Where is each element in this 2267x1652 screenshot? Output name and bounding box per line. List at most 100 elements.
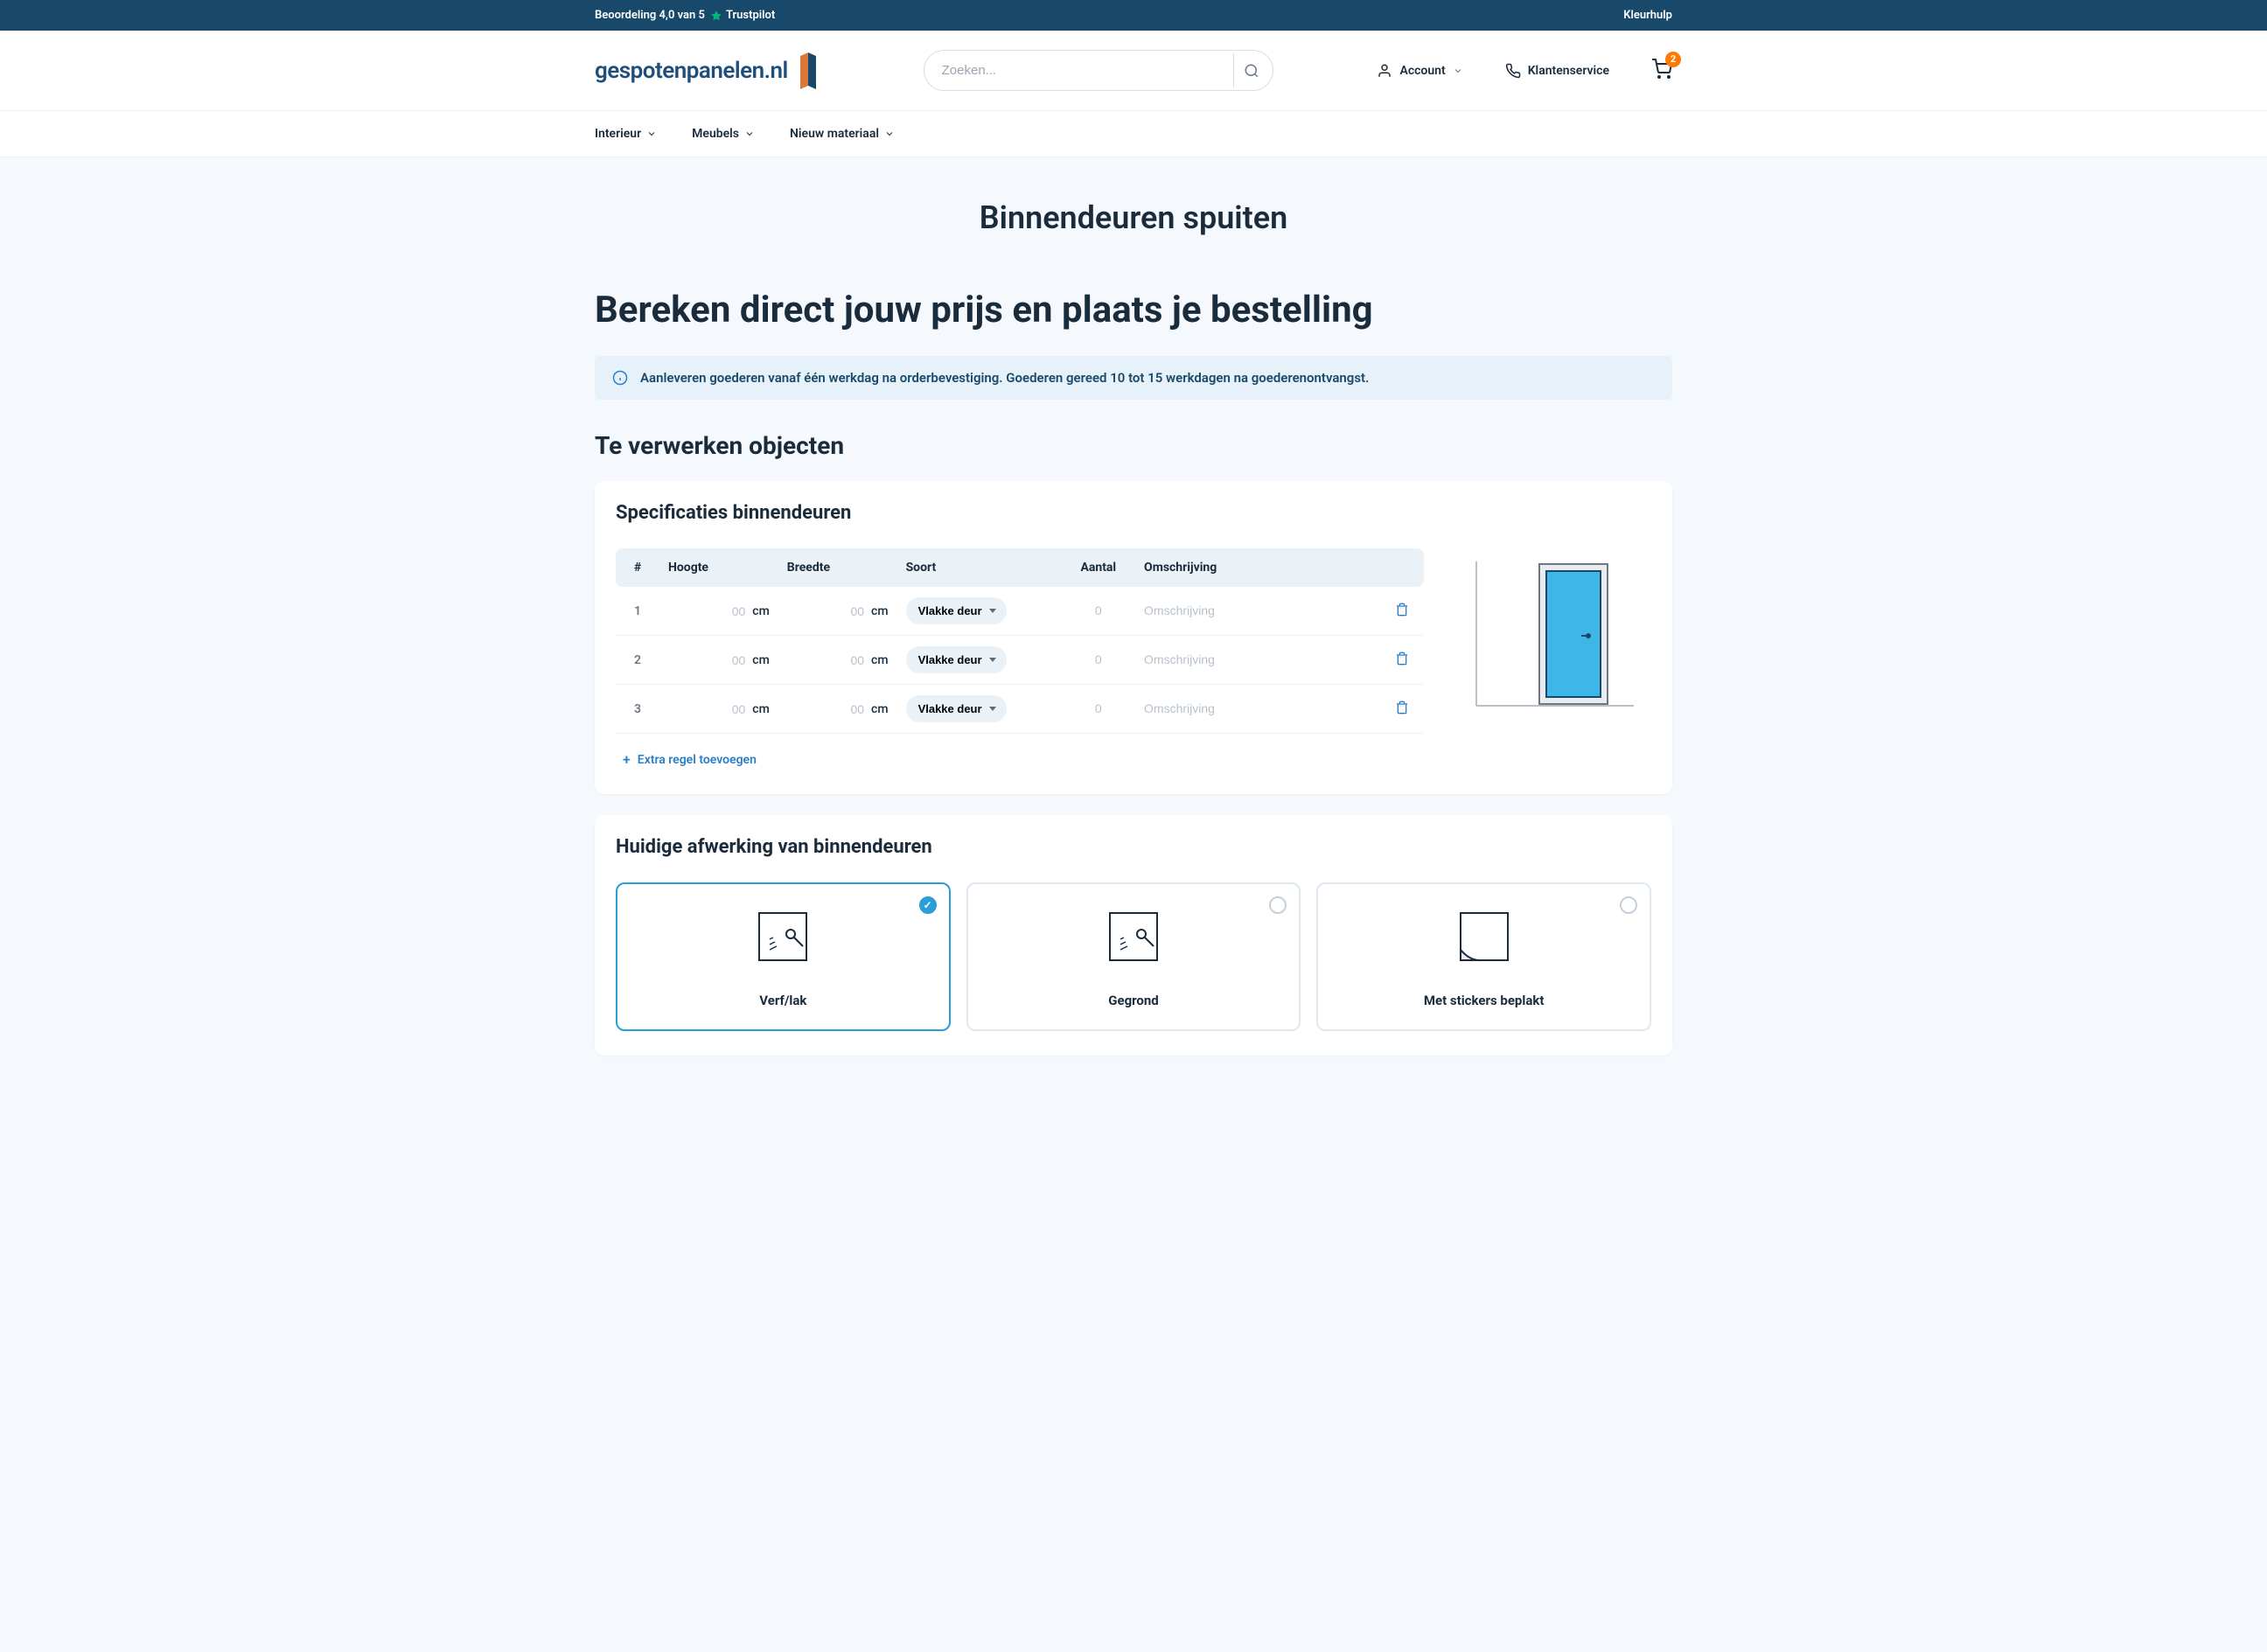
service-label: Klantenservice (1528, 64, 1609, 78)
logo-icon (797, 52, 820, 89)
add-row-button[interactable]: + Extra regel toevoegen (616, 746, 764, 773)
unit-label: cm (871, 653, 889, 667)
width-input[interactable] (820, 653, 864, 667)
type-select[interactable]: Vlakke deur (906, 597, 1007, 624)
table-row: 2 cm cm Vlakke deur (616, 636, 1424, 685)
delete-row-button[interactable] (1392, 648, 1413, 672)
nav-item-interieur[interactable]: Interieur (595, 111, 657, 157)
chevron-down-icon (744, 129, 755, 139)
finish-option-1[interactable]: Gegrond (966, 882, 1301, 1031)
account-link[interactable]: Account (1377, 63, 1462, 79)
trash-icon (1395, 701, 1409, 714)
phone-icon (1505, 63, 1521, 79)
type-select[interactable]: Vlakke deur (906, 695, 1007, 722)
radio-indicator (919, 896, 937, 914)
qty-input[interactable] (1081, 603, 1116, 617)
search-wrap (924, 50, 1273, 91)
option-icon (1099, 902, 1168, 972)
header: gespotenpanelen.nl Account Klant (0, 31, 2267, 110)
user-icon (1377, 63, 1392, 79)
nav-item-meubels[interactable]: Meubels (692, 111, 755, 157)
delete-row-button[interactable] (1392, 599, 1413, 623)
unit-label: cm (752, 604, 770, 618)
delete-row-button[interactable] (1392, 697, 1413, 721)
spec-table: # Hoogte Breedte Soort Aantal Omschrijvi… (616, 548, 1424, 734)
option-label: Verf/lak (631, 993, 935, 1008)
page-subtitle: Bereken direct jouw prijs en plaats je b… (595, 289, 1672, 331)
account-label: Account (1399, 64, 1445, 78)
logo[interactable]: gespotenpanelen.nl (595, 52, 820, 89)
col-qty: Aantal (1062, 548, 1136, 587)
type-select[interactable]: Vlakke deur (906, 646, 1007, 673)
nav-label: Nieuw materiaal (790, 127, 879, 141)
spec-card-title: Specificaties binnendeuren (616, 502, 1651, 524)
main-content: Binnendeuren spuiten Bereken direct jouw… (574, 157, 1693, 1119)
door-illustration (1459, 548, 1651, 723)
desc-input[interactable] (1144, 701, 1371, 715)
topbar: Beoordeling 4,0 van 5 Trustpilot Kleurhu… (0, 0, 2267, 31)
spec-card: Specificaties binnendeuren # Hoogte Bree… (595, 481, 1672, 794)
radio-indicator (1620, 896, 1637, 914)
rating-badge: Beoordeling 4,0 van 5 Trustpilot (595, 9, 775, 22)
chevron-down-icon (1453, 66, 1463, 76)
table-row: 3 cm cm Vlakke deur (616, 685, 1424, 734)
trustpilot-badge: Trustpilot (710, 9, 775, 22)
qty-input[interactable] (1081, 701, 1116, 715)
main-nav: Interieur Meubels Nieuw materiaal (0, 110, 2267, 157)
col-type: Soort (897, 548, 1062, 587)
row-number: 1 (616, 587, 659, 636)
qty-input[interactable] (1081, 652, 1116, 666)
table-row: 1 cm cm Vlakke deur (616, 587, 1424, 636)
nav-item-nieuw-materiaal[interactable]: Nieuw materiaal (790, 111, 895, 157)
finish-option-0[interactable]: Verf/lak (616, 882, 951, 1031)
unit-label: cm (871, 702, 889, 716)
option-icon (1449, 902, 1519, 972)
row-number: 3 (616, 685, 659, 734)
col-width: Breedte (778, 548, 897, 587)
page-title: Binnendeuren spuiten (595, 199, 1672, 236)
nav-label: Meubels (692, 127, 739, 141)
chevron-down-icon (884, 129, 895, 139)
search-icon (1244, 63, 1259, 79)
trash-icon (1395, 603, 1409, 617)
option-label: Met stickers beplakt (1332, 993, 1636, 1008)
unit-label: cm (871, 604, 889, 618)
height-input[interactable] (701, 604, 745, 618)
desc-input[interactable] (1144, 603, 1371, 617)
cart-count-badge: 2 (1665, 52, 1681, 67)
section-title-objects: Te verwerken objecten (595, 431, 1672, 460)
rating-text: Beoordeling 4,0 van 5 (595, 9, 705, 22)
height-input[interactable] (701, 702, 745, 716)
desc-input[interactable] (1144, 652, 1371, 666)
chevron-down-icon (646, 129, 657, 139)
info-banner: Aanleveren goederen vanaf één werkdag na… (595, 356, 1672, 400)
color-help-link[interactable]: Kleurhulp (1623, 9, 1672, 22)
col-desc: Omschrijving (1135, 548, 1380, 587)
header-actions: Account Klantenservice 2 (1377, 59, 1672, 83)
col-height: Hoogte (659, 548, 778, 587)
trash-icon (1395, 652, 1409, 666)
unit-label: cm (752, 653, 770, 667)
finish-card-title: Huidige afwerking van binnendeuren (616, 836, 1651, 858)
search-input[interactable] (924, 50, 1273, 91)
add-row-label: Extra regel toevoegen (638, 753, 757, 767)
plus-icon: + (623, 751, 631, 768)
option-label: Gegrond (982, 993, 1286, 1008)
height-input[interactable] (701, 653, 745, 667)
radio-indicator (1269, 896, 1287, 914)
option-icon (748, 902, 818, 972)
star-icon (710, 10, 722, 22)
info-banner-text: Aanleveren goederen vanaf één werkdag na… (640, 370, 1369, 386)
width-input[interactable] (820, 702, 864, 716)
unit-label: cm (752, 702, 770, 716)
nav-label: Interieur (595, 127, 641, 141)
cart-button[interactable]: 2 (1651, 59, 1672, 83)
row-number: 2 (616, 636, 659, 685)
finish-card: Huidige afwerking van binnendeuren Verf/… (595, 815, 1672, 1056)
finish-option-2[interactable]: Met stickers beplakt (1316, 882, 1651, 1031)
service-link[interactable]: Klantenservice (1505, 63, 1609, 79)
logo-text: gespotenpanelen.nl (595, 58, 788, 84)
col-num: # (616, 548, 659, 587)
width-input[interactable] (820, 604, 864, 618)
search-button[interactable] (1233, 53, 1270, 87)
